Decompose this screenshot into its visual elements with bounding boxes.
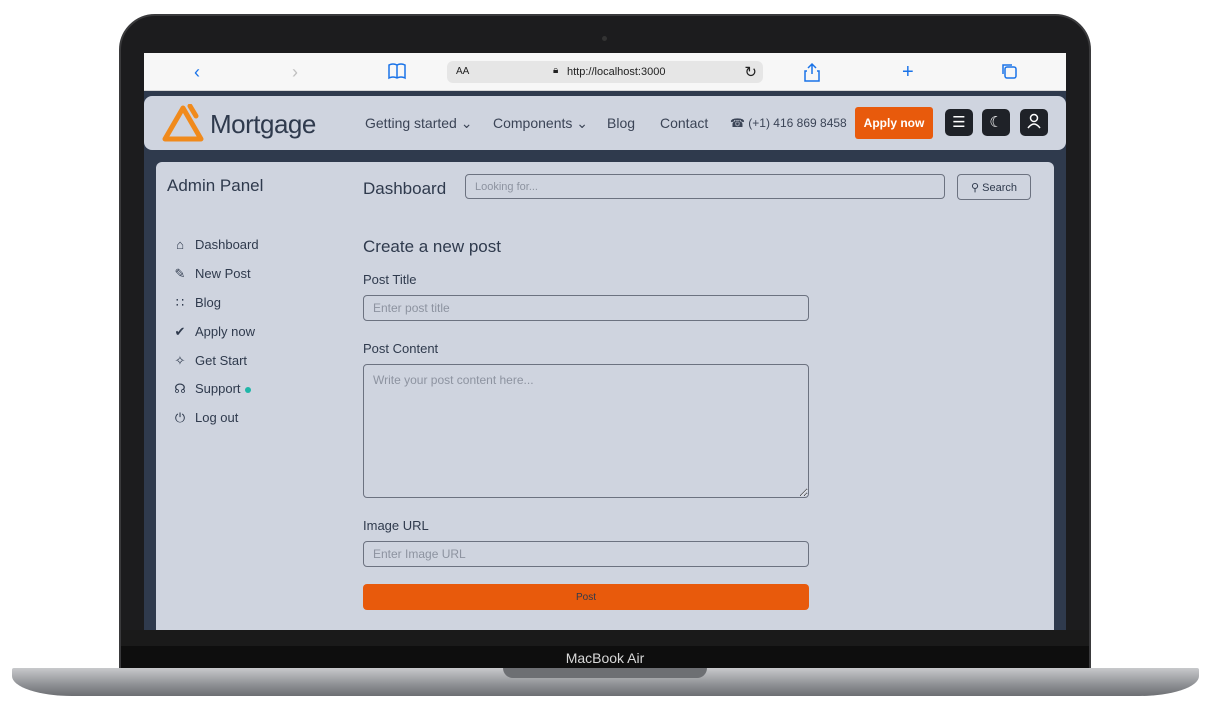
image-url-input[interactable]: [363, 541, 809, 567]
sidebar-item-blog[interactable]: ∷ Blog: [172, 295, 221, 311]
nav-blog[interactable]: Blog: [607, 115, 635, 131]
nav-components[interactable]: Components ⌄: [493, 115, 588, 132]
search-input[interactable]: [465, 174, 945, 199]
share-icon[interactable]: [804, 62, 820, 86]
rss-icon: ∷: [175, 295, 185, 310]
address-bar[interactable]: AA 🔒︎ http://localhost:3000 ↻: [447, 61, 763, 83]
browser-toolbar: ‹ › AA 🔒︎ http://localhost:3000 ↻ +: [144, 53, 1066, 91]
search-button-label: Search: [982, 181, 1017, 194]
camera: [602, 36, 607, 41]
post-title-input[interactable]: [363, 295, 809, 321]
nav-getting-started[interactable]: Getting started ⌄: [365, 115, 472, 132]
post-content-textarea[interactable]: [363, 364, 809, 498]
new-tab-icon[interactable]: +: [902, 62, 914, 82]
lock-icon: 🔒︎: [553, 65, 559, 76]
sidebar-item-label: Apply now: [195, 324, 255, 339]
sidebar-item-label: Get Start: [195, 353, 248, 368]
sidebar-item-new-post[interactable]: ✎ New Post: [172, 266, 251, 282]
mortgage-logo-icon[interactable]: [162, 103, 204, 142]
post-submit-button[interactable]: Post: [363, 584, 809, 610]
form-title: Create a new post: [363, 237, 501, 256]
check-circle-icon: ✔: [174, 324, 186, 339]
back-icon[interactable]: ‹: [194, 62, 200, 82]
tabs-icon[interactable]: [1000, 62, 1018, 84]
sidebar-item-get-start[interactable]: ✧ Get Start: [172, 353, 247, 369]
reload-icon[interactable]: ↻: [744, 63, 757, 81]
search-icon: ⚲: [971, 181, 980, 194]
post-content-label: Post Content: [363, 341, 439, 356]
text-size-button[interactable]: AA: [456, 66, 469, 77]
logo-text[interactable]: Mortgage: [210, 109, 316, 140]
phone-number: (+1) 416 869 8458: [748, 116, 847, 130]
admin-panel: Admin Panel ⌂ Dashboard ✎ New Post ∷ Blog ✔…: [156, 162, 1054, 630]
screen: ‹ › AA 🔒︎ http://localhost:3000 ↻ + Mort…: [144, 53, 1066, 630]
power-icon: ⏻: [174, 410, 186, 425]
sidebar-item-label: Support: [195, 381, 241, 396]
sidebar-item-dashboard[interactable]: ⌂ Dashboard: [172, 237, 259, 252]
laptop-mockup: MacBook Air ‹ › AA 🔒︎ http://localhost:3…: [0, 0, 1210, 709]
apply-now-button[interactable]: Apply now: [855, 107, 933, 139]
theme-toggle-icon[interactable]: ☾: [982, 109, 1010, 136]
image-url-label: Image URL: [363, 518, 429, 533]
menu-icon[interactable]: ☰: [945, 109, 973, 136]
site-navbar: Mortgage Getting started ⌄ Components ⌄ …: [144, 96, 1066, 150]
device-label: MacBook Air: [565, 650, 645, 666]
nav-contact[interactable]: Contact: [660, 115, 708, 131]
home-icon: ⌂: [176, 237, 184, 252]
forward-icon[interactable]: ›: [292, 62, 298, 82]
sidebar-item-label: Log out: [195, 410, 239, 425]
admin-panel-title: Admin Panel: [167, 176, 264, 195]
laptop-notch: [503, 668, 707, 678]
search-button[interactable]: ⚲ Search: [957, 174, 1031, 200]
sidebar-item-label: New Post: [195, 266, 251, 281]
sidebar-item-support[interactable]: ☊ Support: [172, 381, 251, 397]
phone-icon: ☎︎: [730, 116, 745, 130]
online-status-dot: [244, 386, 251, 393]
phone-link[interactable]: ☎︎ (+1) 416 869 8458: [730, 116, 847, 130]
sparkles-icon: ✧: [174, 353, 186, 368]
user-icon[interactable]: [1020, 109, 1048, 136]
post-title-label: Post Title: [363, 272, 417, 287]
sidebar-item-log-out[interactable]: ⏻ Log out: [172, 410, 239, 426]
bookmarks-icon[interactable]: [387, 62, 407, 84]
page-title: Dashboard: [363, 179, 447, 198]
sidebar-item-label: Blog: [195, 295, 222, 310]
sidebar-item-label: Dashboard: [195, 237, 259, 252]
headset-icon: ☊: [174, 381, 186, 396]
sidebar-item-apply-now[interactable]: ✔ Apply now: [172, 324, 255, 340]
url-text[interactable]: http://localhost:3000: [567, 66, 665, 78]
edit-icon: ✎: [174, 266, 186, 281]
